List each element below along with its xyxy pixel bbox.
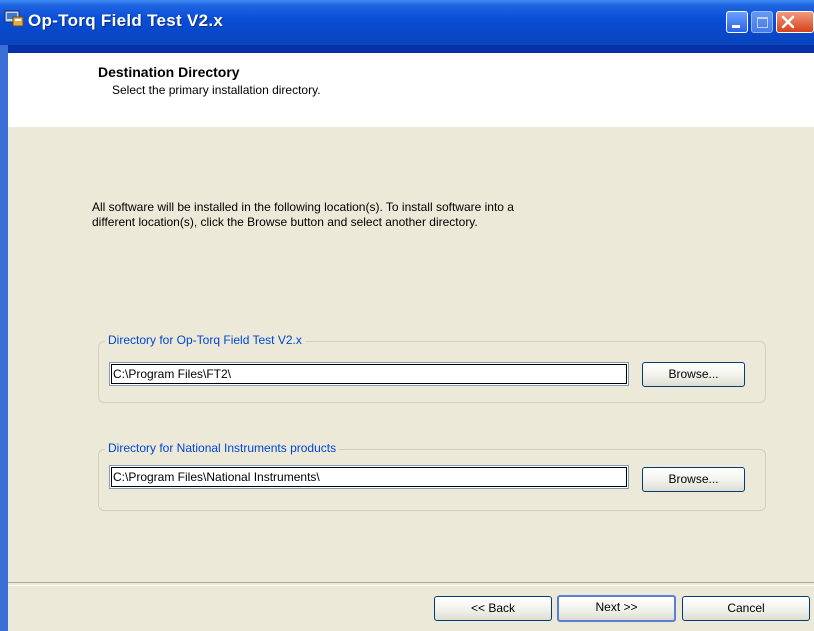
- ft-directory-field[interactable]: [109, 362, 629, 386]
- footer-divider: [8, 582, 814, 586]
- ni-directory-input[interactable]: [110, 466, 628, 488]
- ft-directory-label: Directory for Op-Torq Field Test V2.x: [105, 333, 305, 347]
- window-frame-left: [0, 45, 8, 631]
- maximize-button[interactable]: [751, 11, 773, 33]
- ni-directory-field[interactable]: [109, 465, 629, 489]
- window-title: Op-Torq Field Test V2.x: [28, 11, 224, 30]
- ft-directory-input[interactable]: [110, 363, 628, 385]
- page-subtitle: Select the primary installation director…: [112, 83, 321, 97]
- content-area: All software will be installed in the fo…: [8, 127, 814, 582]
- installer-window: Op-Torq Field Test V2.x Destination Dire…: [0, 0, 814, 631]
- ni-directory-group: Directory for National Instruments produ…: [98, 441, 766, 511]
- close-icon: [781, 15, 795, 29]
- next-button[interactable]: Next >>: [557, 595, 676, 622]
- ni-directory-label: Directory for National Instruments produ…: [105, 441, 340, 455]
- installer-app-icon: [4, 9, 24, 27]
- back-button[interactable]: << Back: [434, 596, 552, 621]
- intro-line-2: different location(s), click the Browse …: [92, 215, 478, 229]
- ft-directory-group: Directory for Op-Torq Field Test V2.x Br…: [98, 333, 766, 403]
- cancel-button[interactable]: Cancel: [682, 596, 810, 621]
- header-panel: Destination Directory Select the primary…: [8, 53, 814, 127]
- title-bar[interactable]: Op-Torq Field Test V2.x: [0, 0, 814, 45]
- intro-text: All software will be installed in the fo…: [92, 200, 652, 230]
- close-button[interactable]: [776, 11, 814, 33]
- minimize-button[interactable]: [726, 11, 748, 33]
- page-title: Destination Directory: [98, 64, 240, 80]
- ft-browse-button[interactable]: Browse...: [642, 362, 745, 387]
- intro-line-1: All software will be installed in the fo…: [92, 200, 514, 214]
- title-bar-border: [0, 45, 814, 53]
- ni-browse-button[interactable]: Browse...: [642, 467, 745, 492]
